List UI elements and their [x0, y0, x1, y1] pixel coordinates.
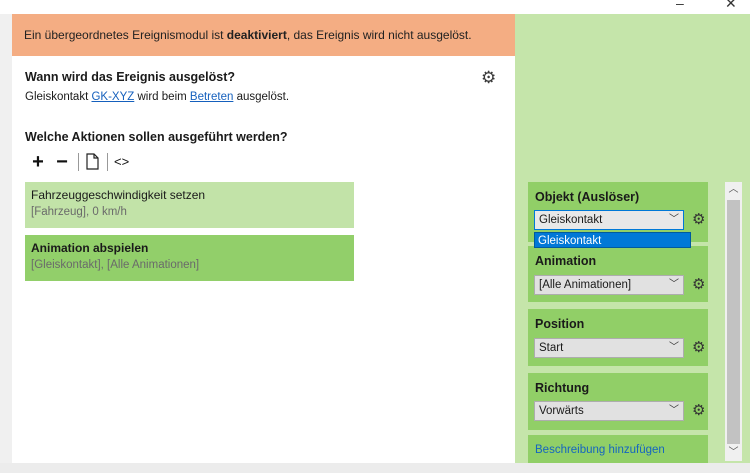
direction-select[interactable]: Vorwärts ﹀: [534, 401, 684, 421]
warning-prefix: Ein übergeordnetes Ereignismodul ist: [24, 28, 227, 42]
actions-heading: Welche Aktionen sollen ausgeführt werden…: [25, 130, 288, 144]
property-direction: Richtung Vorwärts ﹀ ⚙: [528, 373, 708, 430]
minimize-button[interactable]: –: [676, 0, 684, 11]
add-action-button[interactable]: +: [28, 152, 48, 172]
actions-toolbar: + − <>: [28, 152, 129, 172]
action-title: Animation abspielen: [31, 241, 149, 255]
event-editor: Ein übergeordnetes Ereignismodul ist dea…: [12, 14, 515, 463]
properties-scrollbar[interactable]: ︿ ﹀: [725, 182, 742, 461]
direction-gear-icon[interactable]: ⚙: [692, 403, 705, 418]
position-select-value: Start: [539, 342, 564, 354]
scroll-up-icon[interactable]: ︿: [725, 182, 742, 198]
left-strip: [0, 14, 12, 464]
action-item-play-animation[interactable]: Animation abspielen [Gleiskontakt], [All…: [25, 235, 354, 281]
copy-icon[interactable]: [85, 153, 101, 171]
remove-action-button[interactable]: −: [52, 152, 72, 172]
property-label: Position: [535, 317, 585, 331]
trigger-description: Gleiskontakt GK-XYZ wird beim Betreten a…: [25, 91, 289, 103]
animation-select[interactable]: [Alle Animationen] ﹀: [534, 275, 684, 295]
close-button[interactable]: ✕: [725, 0, 737, 12]
direction-select-value: Vorwärts: [539, 405, 584, 417]
property-label: Richtung: [535, 381, 590, 395]
add-description-link[interactable]: Beschreibung hinzufügen: [535, 444, 665, 456]
object-select-value: Gleiskontakt: [539, 214, 603, 226]
scroll-thumb[interactable]: [727, 200, 740, 444]
object-dropdown-option[interactable]: Gleiskontakt: [534, 232, 691, 248]
action-subtitle: [Gleiskontakt], [Alle Animationen]: [31, 259, 200, 271]
trigger-text-after: ausgelöst.: [233, 91, 290, 103]
animation-gear-icon[interactable]: ⚙: [692, 277, 705, 292]
property-label: Animation: [535, 254, 597, 268]
warning-emphasis: deaktiviert: [226, 28, 287, 42]
object-select[interactable]: Gleiskontakt ﹀: [534, 210, 684, 230]
properties-panel: Objekt (Auslöser) Gleiskontakt ﹀ ⚙ Anima…: [515, 14, 750, 463]
animation-select-value: [Alle Animationen]: [539, 279, 632, 291]
scroll-down-icon[interactable]: ﹀: [725, 445, 742, 461]
warning-banner: Ein übergeordnetes Ereignismodul ist dea…: [12, 14, 515, 56]
contact-link[interactable]: GK-XYZ: [91, 91, 134, 103]
property-position: Position Start ﹀ ⚙: [528, 309, 708, 366]
trigger-text-middle: wird beim: [134, 91, 190, 103]
object-gear-icon[interactable]: ⚙: [692, 212, 705, 227]
action-title: Fahrzeuggeschwindigkeit setzen: [31, 188, 206, 202]
toolbar-separator: [78, 153, 79, 171]
warning-suffix: , das Ereignis wird nicht ausgelöst.: [286, 28, 472, 42]
property-label: Objekt (Auslöser): [535, 190, 640, 204]
property-animation: Animation [Alle Animationen] ﹀ ⚙: [528, 246, 708, 302]
chevron-down-icon: ﹀: [669, 279, 679, 290]
trigger-mode-link[interactable]: Betreten: [190, 91, 233, 103]
position-gear-icon[interactable]: ⚙: [692, 340, 705, 355]
title-bar: – ✕: [0, 0, 750, 14]
action-subtitle: [Fahrzeug], 0 km/h: [31, 206, 127, 218]
trigger-text-before: Gleiskontakt: [25, 91, 92, 103]
position-select[interactable]: Start ﹀: [534, 338, 684, 358]
chevron-down-icon: ﹀: [669, 214, 679, 225]
code-view-button[interactable]: <>: [114, 152, 129, 172]
toolbar-separator: [107, 153, 108, 171]
chevron-down-icon: ﹀: [669, 405, 679, 416]
action-item-set-speed[interactable]: Fahrzeuggeschwindigkeit setzen [Fahrzeug…: [25, 182, 354, 228]
trigger-heading: Wann wird das Ereignis ausgelöst?: [25, 70, 235, 84]
trigger-settings-gear-icon[interactable]: ⚙: [481, 69, 496, 86]
bottom-edge: [0, 463, 750, 473]
chevron-down-icon: ﹀: [669, 342, 679, 353]
